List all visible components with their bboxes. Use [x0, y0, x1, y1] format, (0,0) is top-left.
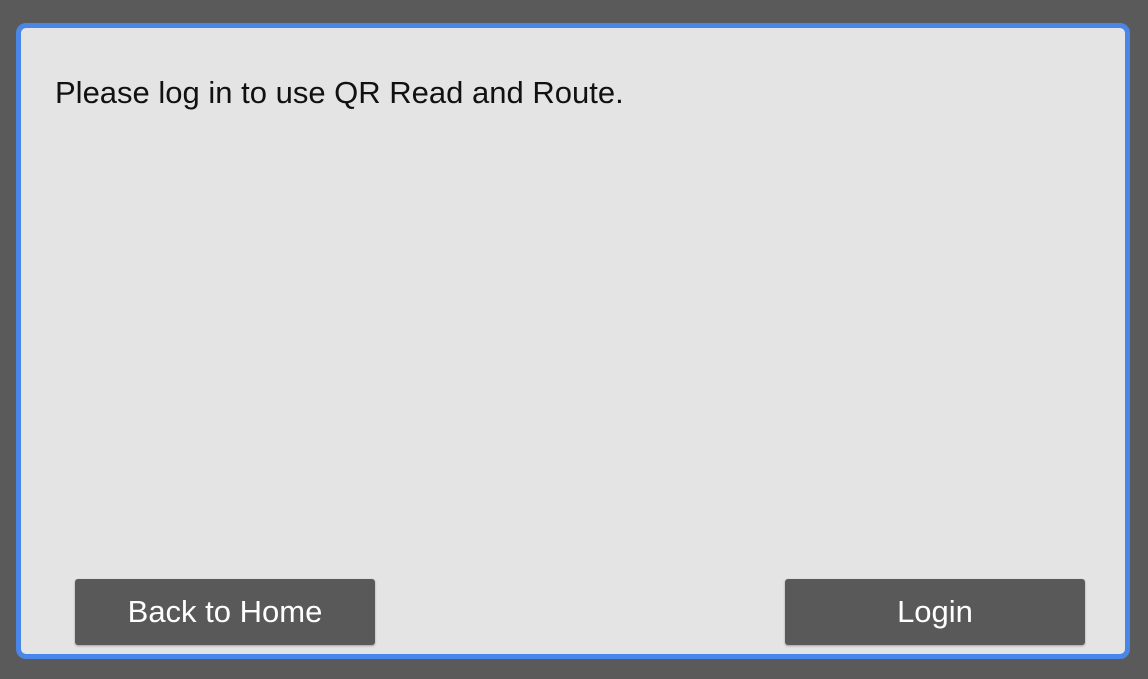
back-to-home-button[interactable]: Back to Home [75, 579, 375, 645]
login-required-dialog: Please log in to use QR Read and Route. … [16, 23, 1130, 659]
login-button[interactable]: Login [785, 579, 1085, 645]
login-required-message: Please log in to use QR Read and Route. [55, 75, 624, 110]
